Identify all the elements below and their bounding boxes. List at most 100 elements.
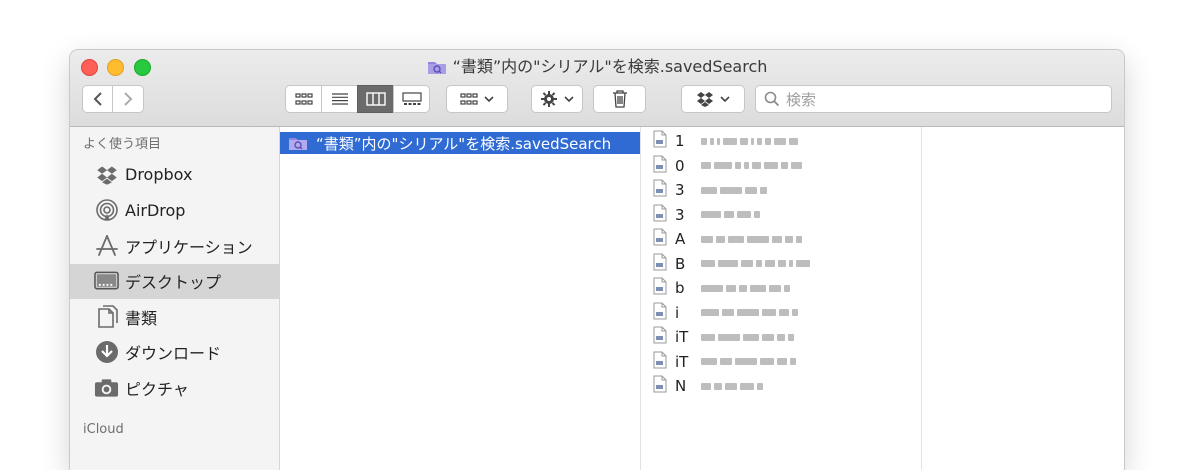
file-row[interactable]: 0	[641, 154, 921, 179]
file-row[interactable]: A	[641, 227, 921, 252]
sidebar-item-label: ピクチャ	[125, 379, 189, 399]
applications-icon	[94, 234, 119, 258]
file-name: iT	[675, 328, 689, 347]
file-row[interactable]: N	[641, 374, 921, 399]
airdrop-icon	[94, 198, 119, 222]
dropbox-menu-button[interactable]	[681, 85, 745, 113]
forward-button[interactable]	[113, 85, 144, 113]
favorites-section-label: よく使う項目	[83, 137, 162, 152]
sidebar-item-label: AirDrop	[125, 200, 186, 220]
gallery-view-icon	[401, 92, 422, 105]
sidebar-item-label: 書類	[125, 308, 158, 328]
redacted-filename	[701, 284, 790, 292]
file-row[interactable]: 3	[641, 178, 921, 203]
redacted-filename	[701, 260, 810, 268]
smart-folder-icon	[289, 138, 307, 150]
sidebar: よく使う項目 Dropbox AirDrop アプリケーション デスクトップ 書…	[70, 127, 280, 470]
search-placeholder: 検索	[786, 90, 817, 109]
pictures-icon	[94, 376, 119, 400]
finder-window: “書類”内の"シリアル"を検索.savedSearch 検索 よく使う項目 Dr…	[70, 50, 1124, 470]
redacted-filename	[701, 211, 760, 219]
document-icon	[653, 179, 667, 201]
chevron-left-icon	[93, 92, 102, 106]
delete-button[interactable]	[593, 85, 646, 113]
document-icon	[653, 277, 667, 299]
redacted-filename	[701, 162, 802, 170]
chevron-down-icon	[720, 96, 730, 103]
title-bar: “書類”内の"シリアル"を検索.savedSearch 検索	[70, 50, 1124, 127]
downloads-icon	[94, 340, 119, 364]
column-view-icon	[365, 92, 386, 106]
sidebar-item-label: Dropbox	[125, 165, 193, 185]
file-row[interactable]: b	[641, 276, 921, 301]
selected-saved-search-item[interactable]: “書類”内の"シリアル"を検索.savedSearch	[280, 132, 640, 154]
chevron-down-icon	[564, 96, 574, 103]
action-button[interactable]	[531, 85, 583, 113]
redacted-filename	[701, 309, 798, 317]
redacted-filename	[701, 358, 796, 366]
icon-view-button[interactable]	[285, 85, 322, 113]
file-row[interactable]: B	[641, 252, 921, 277]
file-name: 3	[675, 205, 685, 224]
sidebar-item-desktop[interactable]: デスクトップ	[70, 263, 279, 299]
file-name: 3	[675, 181, 685, 200]
window-title: “書類”内の"シリアル"を検索.savedSearch	[70, 56, 1124, 81]
document-icon	[653, 375, 667, 397]
file-name: B	[675, 254, 686, 273]
document-icon	[653, 155, 667, 177]
redacted-filename	[701, 137, 798, 145]
file-row[interactable]: iT	[641, 350, 921, 375]
chevron-down-icon	[484, 96, 494, 103]
sidebar-item-airdrop[interactable]: AirDrop	[70, 193, 279, 229]
dropbox-icon	[697, 92, 713, 107]
sidebar-item-downloads[interactable]: ダウンロード	[70, 335, 279, 371]
file-name: i	[675, 303, 680, 322]
gear-icon	[541, 91, 557, 107]
smart-folder-icon	[427, 59, 447, 81]
file-name: 1	[675, 132, 685, 151]
document-icon	[653, 228, 667, 250]
group-icon	[460, 93, 478, 105]
list-view-button[interactable]	[321, 85, 358, 113]
view-mode-control	[285, 85, 430, 113]
document-icon	[653, 204, 667, 226]
sidebar-item-documents[interactable]: 書類	[70, 299, 279, 335]
file-name: N	[675, 377, 687, 396]
file-name: 0	[675, 156, 685, 175]
file-row[interactable]: 3	[641, 203, 921, 228]
group-by-button[interactable]	[446, 85, 508, 113]
desktop-icon	[94, 269, 119, 293]
document-icon	[653, 253, 667, 275]
column-view-button[interactable]	[357, 85, 394, 113]
file-name: b	[675, 279, 685, 298]
sidebar-item-label: アプリケーション	[125, 237, 253, 257]
document-icon	[653, 351, 667, 373]
redacted-filename	[701, 186, 767, 194]
icon-view-icon	[294, 93, 313, 105]
document-icon	[653, 326, 667, 348]
search-field[interactable]: 検索	[755, 85, 1112, 113]
chevron-right-icon	[124, 92, 133, 106]
redacted-filename	[701, 235, 802, 243]
redacted-filename	[701, 333, 794, 341]
back-button[interactable]	[82, 85, 113, 113]
window-title-text: “書類”内の"シリアル"を検索.savedSearch	[452, 57, 768, 76]
file-row[interactable]: iT	[641, 325, 921, 350]
sidebar-item-dropbox[interactable]: Dropbox	[70, 157, 279, 193]
list-view-icon	[331, 93, 348, 105]
icloud-section-label: iCloud	[83, 421, 124, 437]
sidebar-item-applications[interactable]: アプリケーション	[70, 228, 279, 264]
documents-icon	[94, 304, 119, 329]
sidebar-item-label: デスクトップ	[125, 273, 222, 293]
file-row[interactable]: 1	[641, 129, 921, 154]
sidebar-item-pictures[interactable]: ピクチャ	[70, 370, 279, 406]
trash-icon	[612, 90, 627, 108]
file-name: iT	[675, 352, 689, 371]
column-browser-column-1: “書類”内の"シリアル"を検索.savedSearch	[280, 127, 641, 470]
document-icon	[653, 130, 667, 152]
search-icon	[764, 91, 780, 107]
column-browser-column-2: 1 0 3 3 A Bb i iT iT N	[641, 127, 922, 470]
file-row[interactable]: i	[641, 301, 921, 326]
gallery-view-button[interactable]	[393, 85, 430, 113]
document-icon	[653, 302, 667, 324]
